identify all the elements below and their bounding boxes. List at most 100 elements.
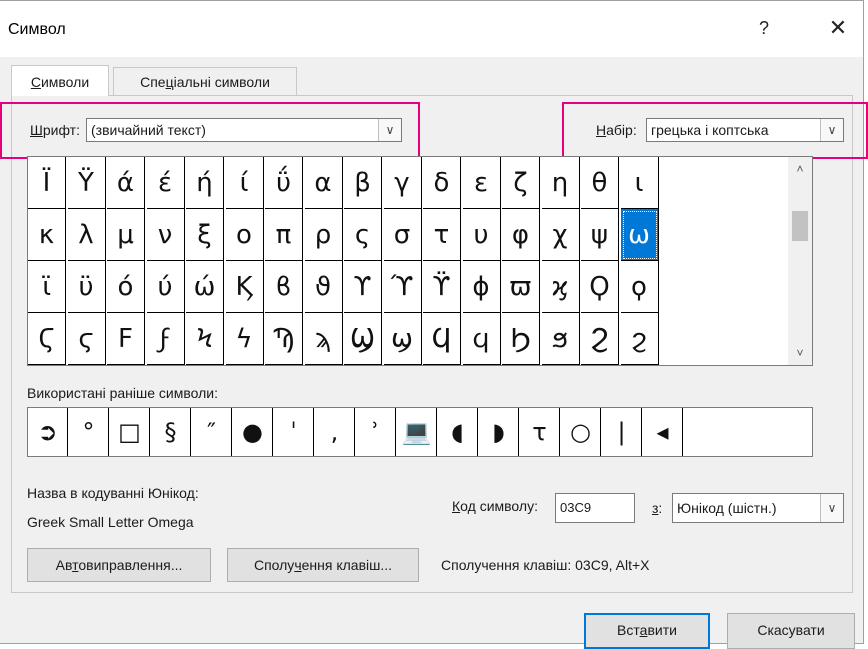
symbol-cell[interactable]: Ϊ (28, 157, 66, 209)
recent-symbol-cell[interactable]: ° (69, 408, 109, 456)
symbol-cell[interactable]: δ (423, 157, 461, 209)
symbol-cell[interactable]: υ (462, 209, 501, 261)
symbol-cell[interactable]: ϐ (265, 261, 303, 313)
symbol-cell[interactable]: ϟ (225, 313, 264, 365)
close-button[interactable]: ✕ (818, 13, 858, 43)
cancel-button[interactable]: Скасувати (727, 613, 855, 649)
symbol-cell[interactable]: ς (344, 209, 382, 261)
symbol-cell[interactable]: ψ (581, 209, 619, 261)
symbol-cell[interactable]: ι (620, 157, 659, 209)
symbol-cell[interactable]: η (541, 157, 580, 209)
symbol-cell[interactable]: ε (462, 157, 501, 209)
symbol-cell[interactable]: Ϝ (107, 313, 145, 365)
from-select[interactable]: Юнікод (шістн.) ∨ (672, 493, 844, 523)
recent-symbol-cell[interactable]: ″ (192, 408, 232, 456)
symbol-cell[interactable]: ϙ (620, 261, 659, 313)
symbol-cell[interactable]: τ (423, 209, 461, 261)
symbol-cell[interactable]: ϗ (541, 261, 580, 313)
symbol-cell[interactable]: ν (146, 209, 185, 261)
symbol-cell[interactable]: ζ (502, 157, 540, 209)
symbol-cell[interactable]: Ϣ (344, 313, 382, 365)
subset-select[interactable]: грецька і коптська ∨ (646, 118, 844, 142)
symbol-cell[interactable]: Ϩ (581, 313, 619, 365)
symbol-cell[interactable]: Ϛ (28, 313, 66, 365)
symbol-cell[interactable]: ϋ (67, 261, 106, 313)
help-button[interactable]: ? (744, 13, 784, 43)
symbol-cell[interactable]: ϣ (383, 313, 422, 365)
symbol-cell[interactable]: π (265, 209, 303, 261)
symbol-cell[interactable]: ά (107, 157, 145, 209)
symbol-cell[interactable]: ρ (304, 209, 343, 261)
symbol-cell[interactable]: μ (107, 209, 145, 261)
shortcut-key-button[interactable]: Сполучення клавіш... (227, 548, 419, 582)
symbol-cell[interactable]: α (304, 157, 343, 209)
symbol-cell[interactable]: Ϗ (225, 261, 264, 313)
symbol-cell[interactable]: Ϡ (265, 313, 303, 365)
scroll-down-icon[interactable]: ˅ (788, 343, 812, 363)
chevron-down-icon[interactable]: ∨ (820, 119, 843, 141)
symbol-cell[interactable]: κ (28, 209, 66, 261)
symbol-cell[interactable]: σ (383, 209, 422, 261)
symbol-cell[interactable]: λ (67, 209, 106, 261)
recent-symbol-cell[interactable]: ◖ (438, 408, 478, 456)
symbol-cell[interactable]: ϝ (146, 313, 185, 365)
tab-symbols[interactable]: Символи (11, 65, 109, 96)
symbol-cell[interactable]: ϊ (28, 261, 66, 313)
symbol-cell[interactable]: ώ (186, 261, 224, 313)
symbol-cell[interactable]: ί (225, 157, 264, 209)
symbol-cell[interactable]: ϒ (344, 261, 382, 313)
symbol-cell[interactable]: ϔ (423, 261, 461, 313)
tab-special-characters[interactable]: Спеціальні символи (113, 67, 297, 96)
symbol-cell[interactable]: ΰ (265, 157, 303, 209)
symbol-cell[interactable]: ϓ (383, 261, 422, 313)
symbol-cell[interactable]: ϥ (462, 313, 501, 365)
symbol-cell[interactable]: έ (146, 157, 185, 209)
symbol-cell[interactable]: β (344, 157, 382, 209)
symbol-cell[interactable]: ο (225, 209, 264, 261)
recent-symbol-cell[interactable]: ● (233, 408, 273, 456)
chevron-down-icon[interactable]: ∨ (378, 119, 401, 141)
symbol-cell[interactable]: Ϥ (423, 313, 461, 365)
autocorrect-button[interactable]: Автовиправлення... (27, 548, 211, 582)
symbol-cell[interactable]: ϧ (541, 313, 580, 365)
symbol-cell[interactable]: ύ (146, 261, 185, 313)
recent-symbol-cell[interactable]: 💻 (397, 408, 437, 456)
symbol-cell[interactable]: ϕ (462, 261, 501, 313)
chevron-down-icon[interactable]: ∨ (820, 494, 843, 522)
recent-symbol-cell[interactable]: ◗ (479, 408, 519, 456)
symbol-cell[interactable]: ϩ (620, 313, 659, 365)
symbol-cell[interactable]: φ (502, 209, 540, 261)
recent-symbol-cell[interactable]: § (151, 408, 191, 456)
symbol-cell[interactable]: Ϧ (502, 313, 540, 365)
symbol-cell[interactable]: ό (107, 261, 145, 313)
symbol-cell[interactable]: γ (383, 157, 422, 209)
symbol-cell[interactable]: Ϙ (581, 261, 619, 313)
shortcut-prefix: Сполу (253, 557, 295, 573)
scroll-up-icon[interactable]: ˄ (788, 159, 812, 179)
char-code-input[interactable]: 03C9 (555, 493, 635, 523)
grid-scrollbar[interactable]: ˄ ˅ (788, 157, 812, 365)
recent-symbol-cell[interactable]: □ (110, 408, 150, 456)
symbol-cell[interactable]: ϖ (502, 261, 540, 313)
symbol-cell[interactable]: χ (541, 209, 580, 261)
recent-symbol-cell[interactable]: τ (520, 408, 560, 456)
recent-symbol-cell[interactable]: ◂ (643, 408, 683, 456)
recent-symbol-cell[interactable]: ˈ (274, 408, 314, 456)
symbol-cell[interactable]: ϑ (304, 261, 343, 313)
symbol-cell[interactable]: ω (620, 209, 659, 261)
symbol-cell[interactable]: ή (186, 157, 224, 209)
scroll-thumb[interactable] (792, 211, 808, 241)
font-select[interactable]: (звичайний текст) ∨ (86, 118, 402, 142)
recent-symbol-cell[interactable]: ➲ (28, 408, 68, 456)
recent-symbol-cell[interactable]: | (602, 408, 642, 456)
symbol-cell[interactable]: Ϋ (67, 157, 106, 209)
symbol-cell[interactable]: ϡ (304, 313, 343, 365)
insert-button[interactable]: Вставити (584, 613, 710, 649)
symbol-cell[interactable]: ξ (186, 209, 224, 261)
recent-symbol-cell[interactable]: ʾ (356, 408, 396, 456)
symbol-cell[interactable]: ϛ (67, 313, 106, 365)
symbol-cell[interactable]: θ (581, 157, 619, 209)
recent-symbol-cell[interactable]: ○ (561, 408, 601, 456)
recent-symbol-cell[interactable]: , (315, 408, 355, 456)
symbol-cell[interactable]: Ϟ (186, 313, 224, 365)
